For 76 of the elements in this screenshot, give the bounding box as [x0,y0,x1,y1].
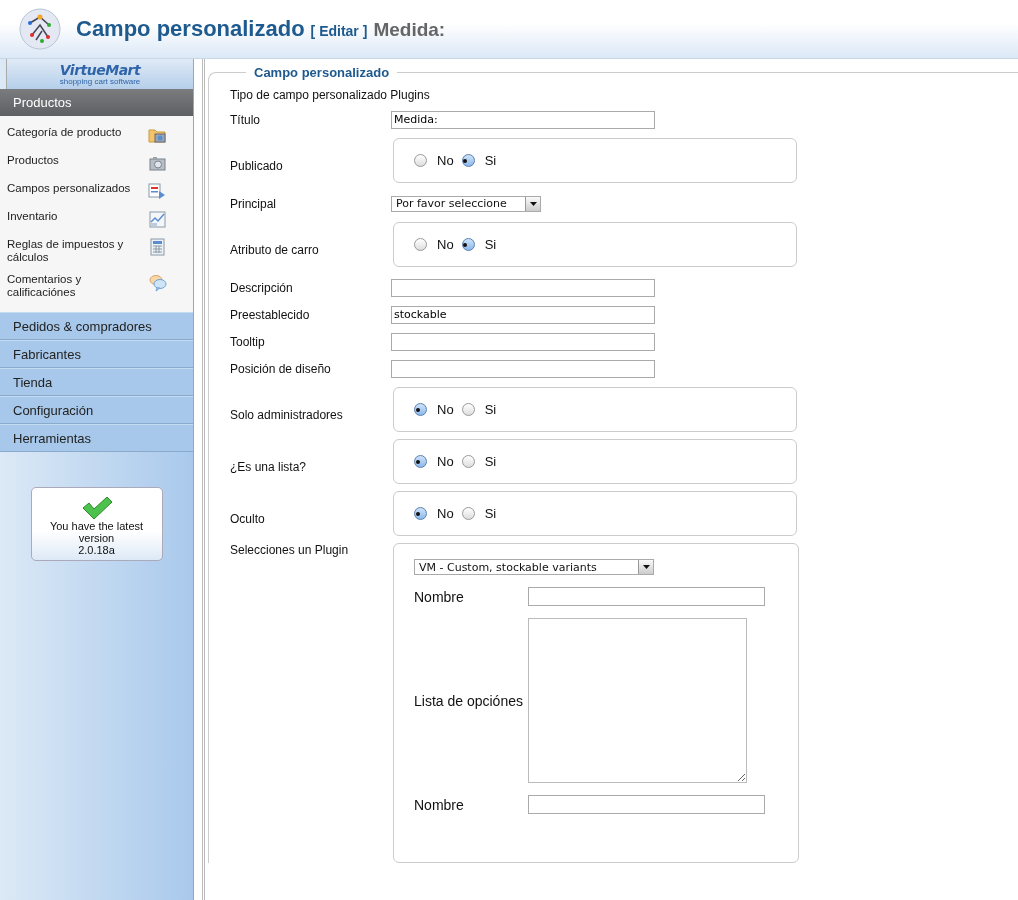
menu-item[interactable]: Categoría de producto [0,122,193,150]
field-type-text: Tipo de campo personalizado Plugins [230,88,431,102]
radio-button[interactable] [461,403,475,416]
radio-label: Si [484,454,497,469]
dropdown[interactable]: Por favor seleccione [391,195,541,212]
field-label: Principal [230,196,278,211]
menu-section[interactable]: Pedidos & compradores [0,312,193,340]
text-field[interactable]: stockable [391,305,655,324]
version-number: 2.0.18a [78,544,115,556]
caret-icon [642,565,650,569]
text-field[interactable] [391,278,655,297]
section-legend: Campo personalizado [246,65,398,80]
radio-label: No [437,237,454,252]
logo-tagline: shopping cart software [59,76,141,86]
fields-icon [148,182,167,201]
dropdown[interactable]: VM - Custom, stockable variants [414,559,654,575]
calculator-icon [148,238,167,257]
text-field[interactable] [528,795,765,814]
field-label: Publicado [230,157,284,173]
radio-label: No [437,506,454,521]
camera-icon [148,154,167,173]
field-label: Título [230,112,261,127]
menu-section[interactable]: Herramientas [0,424,193,452]
radio-label: Si [484,506,497,521]
menu-section[interactable]: Productos [0,89,193,116]
radio-button[interactable] [461,507,475,520]
version-message: You have the latest version [48,520,145,544]
text-field[interactable] [391,332,655,351]
field-label: Nombre [414,796,465,813]
menu-item[interactable]: Productos [0,150,193,178]
radio-button[interactable] [414,238,427,251]
field-label: Posición de diseño [230,361,332,376]
radio-button[interactable] [414,403,427,416]
field-label: Oculto [230,510,266,526]
bubbles-icon [148,273,167,292]
menu-section[interactable]: Fabricantes [0,340,193,368]
field-label: Descripción [230,280,294,295]
radio-label: Si [484,153,497,168]
caret-icon [529,201,537,206]
field-label: Tooltip [230,334,266,349]
radio-label: Si [484,402,497,417]
menu-item[interactable]: Comentarios y calificaciónes [0,269,193,304]
menu-section[interactable]: Tienda [0,368,193,396]
radio-button[interactable] [414,455,427,468]
text-field[interactable]: Medida: [391,110,655,129]
page-title: Campo personalizado [76,16,305,42]
app-logo-icon [18,7,62,51]
text-field[interactable] [391,359,655,378]
field-label: Preestablecido [230,307,311,322]
radio-label: No [437,402,454,417]
menu-item[interactable]: Reglas de impuestos y cálculos [0,234,193,269]
radio-label: Si [484,237,497,252]
chart-icon [148,210,167,229]
field-label: ¿Es una lista? [230,458,308,474]
text-area[interactable] [528,618,747,783]
field-label: Nombre [414,588,465,605]
field-label: Atributo de carro [230,241,320,257]
text-field[interactable] [528,587,765,606]
edit-link[interactable]: [ Editar ] [310,23,368,39]
field-label: Selecciones un Plugin [230,543,350,557]
page-subtitle: Medida: [373,19,446,41]
radio-label: No [437,153,454,168]
menu-item[interactable]: Campos personalizados [0,178,193,206]
radio-button[interactable] [461,154,475,167]
radio-button[interactable] [414,154,427,167]
checkmark-icon [80,496,113,520]
radio-button[interactable] [461,455,475,468]
radio-button[interactable] [461,238,475,251]
menu-section[interactable]: Configuración [0,396,193,424]
radio-button[interactable] [414,507,427,520]
folder-icon [148,126,167,145]
logo-text: VirtueMart [59,62,141,77]
field-label: Solo administradores [230,406,344,422]
menu-item[interactable]: Inventario [0,206,193,234]
field-label: Lista de opciónes [414,692,524,709]
radio-label: No [437,454,454,469]
